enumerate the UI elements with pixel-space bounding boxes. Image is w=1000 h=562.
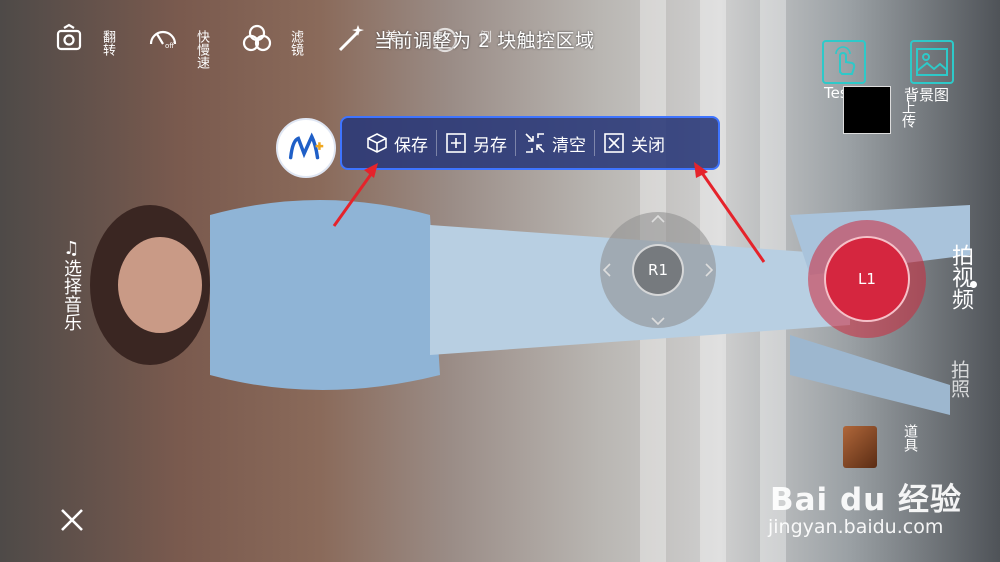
joystick-r1[interactable]: R1 [632, 244, 684, 296]
choose-music-button[interactable]: ♫选择音乐 [58, 238, 84, 331]
collapse-arrows-icon [525, 133, 545, 153]
baidu-watermark: Bai du 经验 [770, 482, 963, 518]
props-label[interactable]: 道具 [900, 424, 920, 452]
touch-hand-icon [835, 46, 856, 75]
flip-label: 翻转 [100, 30, 115, 56]
save-as-button[interactable]: 另存 [437, 128, 515, 158]
save-label: 保存 [394, 135, 428, 156]
watermark-url: jingyan.baidu.com [768, 516, 944, 538]
edit-toolbar: 保存 另存 清空 关闭 [340, 116, 720, 170]
save-as-label: 另存 [473, 135, 507, 156]
image-icon [916, 48, 948, 76]
upload-label[interactable]: 上传 [898, 100, 918, 128]
flip-icon [56, 23, 82, 51]
test-button[interactable] [822, 40, 866, 84]
speed-icon: off [149, 30, 177, 50]
svg-text:off: off [165, 42, 174, 50]
filter-label: 滤镜 [288, 30, 303, 56]
mode-indicator-dot [970, 281, 977, 288]
clear-button[interactable]: 清空 [516, 128, 594, 158]
background-preview[interactable] [843, 86, 891, 134]
shutter-button-l1[interactable]: L1 [824, 236, 910, 322]
filter-button[interactable] [240, 22, 286, 68]
close-icon[interactable] [58, 506, 86, 534]
save-button[interactable]: 保存 [358, 128, 436, 158]
video-mode-tab[interactable]: 拍视频 [944, 244, 976, 310]
touch-area-notice: 当前调整为 2 块触控区域 [374, 30, 595, 52]
magic-wand-icon [338, 25, 364, 52]
photo-mode-tab[interactable]: 拍照 [946, 360, 973, 398]
speed-label: 快慢速 [194, 30, 209, 69]
choose-music-label: 选择音乐 [61, 259, 82, 331]
flip-button[interactable] [52, 22, 98, 68]
app-logo-button[interactable] [276, 118, 336, 178]
close-square-icon [604, 133, 624, 153]
close-toolbar-button[interactable]: 关闭 [595, 128, 673, 158]
music-note-icon: ♫ [61, 238, 82, 259]
cube-icon [367, 133, 387, 153]
filter-icon [242, 24, 272, 52]
background-image-button[interactable] [910, 40, 954, 84]
clear-label: 清空 [552, 135, 586, 156]
m-plus-logo-icon [288, 132, 324, 160]
close-label: 关闭 [631, 135, 665, 156]
speed-button[interactable]: off [146, 22, 192, 68]
add-square-icon [446, 133, 466, 153]
props-thumbnail[interactable] [843, 426, 877, 468]
